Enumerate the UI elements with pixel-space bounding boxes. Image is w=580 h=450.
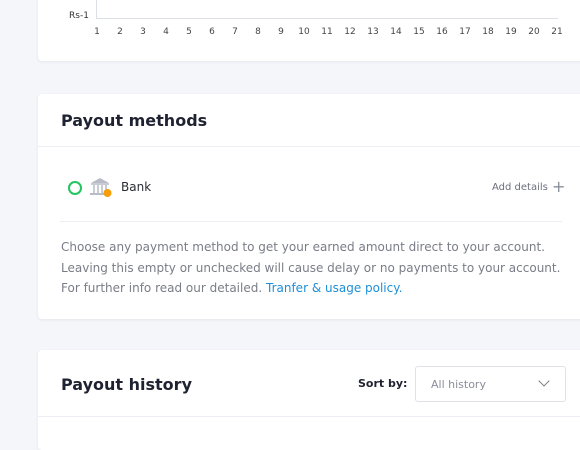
x-axis-tick-label: 4 bbox=[163, 27, 169, 37]
earnings-chart-card: Rs-1 1 2 3 4 5 6 7 8 9 10 11 12 13 14 15 16 17 18 19 20 21 bbox=[38, 0, 580, 61]
x-axis-tick-label: 15 bbox=[413, 27, 425, 37]
sort-by-label: Sort by: bbox=[358, 377, 408, 390]
x-axis-tick-label: 9 bbox=[278, 27, 284, 37]
x-axis-tick-label: 11 bbox=[321, 27, 333, 37]
chevron-down-icon bbox=[538, 375, 550, 387]
x-axis-tick-label: 3 bbox=[140, 27, 146, 37]
x-axis-tick-label: 2 bbox=[117, 27, 123, 37]
x-axis-tick-label: 7 bbox=[232, 27, 238, 37]
x-axis-tick-label: 16 bbox=[436, 27, 448, 37]
x-axis-line bbox=[96, 18, 558, 19]
x-axis-tick-label: 13 bbox=[367, 27, 379, 37]
x-axis-tick-label: 6 bbox=[209, 27, 215, 37]
x-axis-tick-label: 1 bbox=[94, 27, 100, 37]
y-axis-tick-label: Rs-1 bbox=[69, 11, 89, 21]
x-axis-tick-label: 14 bbox=[390, 27, 402, 37]
payout-history-title: Payout history bbox=[61, 375, 192, 394]
bank-icon bbox=[90, 178, 112, 197]
payout-help-text: Choose any payment method to get your ea… bbox=[61, 237, 571, 299]
x-axis-tick-label: 17 bbox=[459, 27, 471, 37]
transfer-policy-link[interactable]: Tranfer & usage policy. bbox=[266, 281, 402, 295]
x-axis-tick-label: 8 bbox=[255, 27, 261, 37]
plus-icon[interactable]: + bbox=[552, 179, 565, 195]
payout-methods-title: Payout methods bbox=[61, 111, 208, 130]
x-axis-tick-label: 18 bbox=[482, 27, 494, 37]
row-divider bbox=[60, 221, 562, 222]
sort-by-dropdown[interactable]: All history bbox=[415, 366, 566, 402]
divider bbox=[38, 416, 580, 417]
y-axis-line bbox=[96, 0, 97, 19]
x-axis-tick-label: 5 bbox=[186, 27, 192, 37]
bank-radio-button[interactable] bbox=[68, 181, 82, 195]
bank-method-label: Bank bbox=[121, 180, 152, 194]
status-badge bbox=[103, 189, 112, 197]
x-axis-tick-label: 21 bbox=[551, 27, 563, 37]
x-axis-tick-label: 12 bbox=[344, 27, 356, 37]
add-details-link[interactable]: Add details bbox=[492, 182, 548, 193]
payout-methods-card: Payout methods Bank Add details + Choose… bbox=[38, 94, 580, 319]
x-axis-tick-label: 10 bbox=[298, 27, 310, 37]
x-axis-tick-label: 20 bbox=[528, 27, 540, 37]
sort-selected-value: All history bbox=[431, 378, 486, 391]
x-axis-tick-label: 19 bbox=[505, 27, 517, 37]
payout-history-card: Payout history Sort by: All history bbox=[38, 350, 580, 450]
divider bbox=[38, 146, 580, 147]
